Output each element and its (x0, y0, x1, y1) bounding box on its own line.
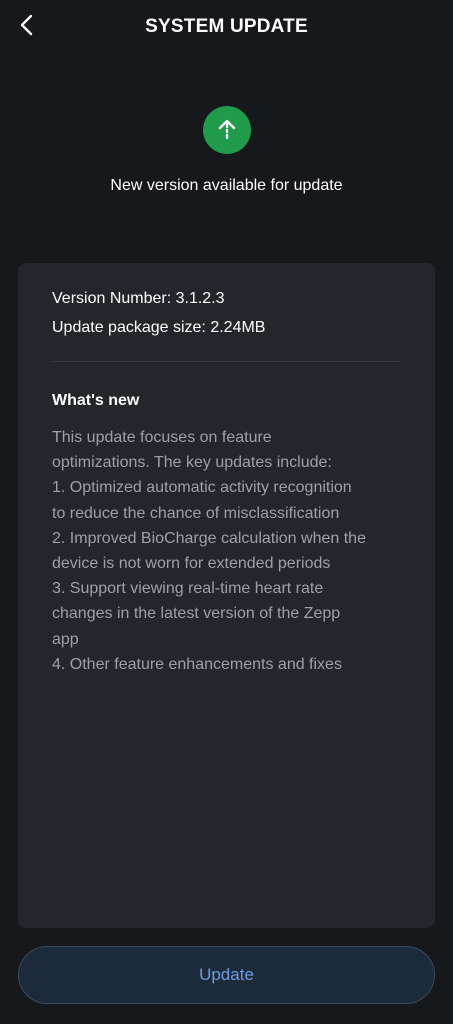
update-status-text: New version available for update (110, 177, 343, 194)
page-title: SYSTEM UPDATE (145, 16, 308, 37)
divider (52, 361, 401, 362)
update-details-card[interactable]: Version Number: 3.1.2.3 Update package s… (18, 263, 435, 928)
header-bar: SYSTEM UPDATE (0, 0, 453, 56)
release-note-line: device is not worn for extended periods (52, 555, 331, 573)
release-note-line: 2. Improved BioCharge calculation when t… (52, 529, 366, 547)
system-update-screen: SYSTEM UPDATE New version available for … (0, 0, 453, 1024)
whats-new-heading: What's new (52, 392, 140, 409)
release-note-line: optimizations. The key updates include: (52, 454, 332, 472)
upload-arrow-icon (203, 106, 251, 154)
release-note-line: app (52, 630, 79, 648)
package-size: Update package size: 2.24MB (52, 319, 266, 336)
release-note-line: 1. Optimized automatic activity recognit… (52, 479, 352, 497)
whats-new-notes: This update focuses on feature optimizat… (52, 425, 404, 677)
release-note-line: to reduce the chance of misclassificatio… (52, 504, 340, 522)
release-note-line: 3. Support viewing real-time heart rate (52, 580, 324, 598)
release-note-line: This update focuses on feature (52, 429, 272, 446)
version-number: Version Number: 3.1.2.3 (52, 290, 225, 307)
release-note-line: changes in the latest version of the Zep… (52, 605, 341, 623)
release-note-line: 4. Other feature enhancements and fixes (52, 655, 342, 673)
update-button[interactable]: Update (18, 946, 435, 1004)
